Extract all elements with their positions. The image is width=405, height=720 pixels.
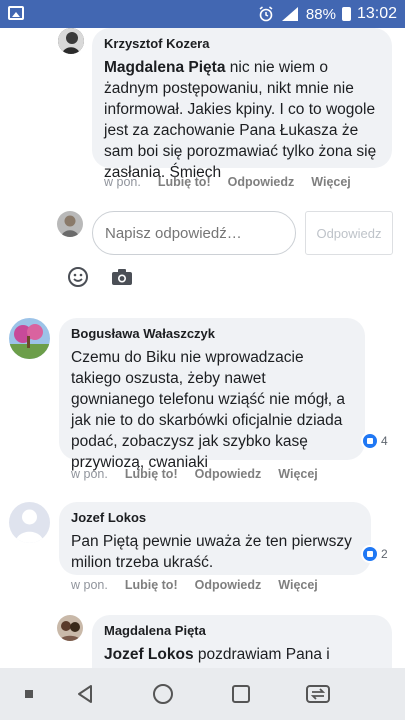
comment-mention[interactable]: Magdalena Pięta [104, 59, 225, 76]
like-button[interactable]: Lubię to! [158, 175, 211, 189]
comment-author[interactable]: Magdalena Pięta [104, 623, 380, 638]
like-reaction-icon [361, 545, 379, 563]
avatar[interactable] [58, 28, 84, 54]
back-button[interactable] [70, 668, 100, 720]
avatar-photo-icon [58, 28, 84, 54]
reply-button[interactable]: Odpowiedz [195, 578, 262, 592]
reaction-number: 4 [381, 434, 388, 448]
home-circle-icon [153, 684, 173, 704]
battery-percent: 88% [305, 5, 336, 23]
more-button[interactable]: Więcej [278, 467, 318, 481]
comment-author[interactable]: Bogusława Wałaszczyk [71, 326, 353, 341]
avatar-photo-icon [57, 615, 83, 641]
comment-bubble: Jozef Lokos Pan Piętą pewnie uważa że te… [59, 502, 371, 575]
comment-author[interactable]: Krzysztof Kozera [104, 36, 380, 51]
avatar [57, 211, 83, 237]
comment-time[interactable]: w pon. [71, 467, 108, 481]
battery-icon [341, 7, 351, 21]
comment-bubble: Bogusława Wałaszczyk Czemu do Biku nie w… [59, 318, 365, 471]
comment-bubble: Magdalena Pięta Jozef Lokos pozdrawiam P… [92, 615, 392, 668]
signal-icon [281, 7, 298, 21]
comment-thread: Krzysztof Kozera Magdalena Pięta nic nie… [0, 28, 405, 668]
more-button[interactable]: Więcej [278, 578, 318, 592]
dot-icon [25, 690, 33, 698]
avatar[interactable] [9, 318, 50, 359]
comment-text: Magdalena Pięta nic nie wiem o żadnym po… [104, 57, 380, 183]
comment-actions: w pon. Lubię to! Odpowiedz Więcej [71, 578, 318, 592]
recents-square-icon [232, 685, 250, 703]
status-bar: 88% 13:02 [0, 0, 405, 28]
comment-text: Pan Piętą pewnie uważa że ten pierwszy m… [71, 533, 352, 571]
comment-bubble: Krzysztof Kozera Magdalena Pięta nic nie… [92, 28, 392, 181]
comment-time[interactable]: w pon. [104, 175, 141, 189]
nav-dot-button[interactable] [14, 668, 44, 720]
comment-time[interactable]: w pon. [71, 578, 108, 592]
alarm-icon [259, 6, 273, 22]
default-avatar-icon [9, 502, 50, 543]
comment-mention[interactable]: Jozef Lokos [104, 646, 194, 663]
comment-text: Jozef Lokos pozdrawiam Pana i zapewniam … [104, 644, 380, 668]
switch-app-button[interactable] [303, 668, 333, 720]
like-button[interactable]: Lubię to! [125, 578, 178, 592]
emoji-icon[interactable] [67, 266, 89, 288]
recents-button[interactable] [226, 668, 256, 720]
reply-submit-button[interactable]: Odpowiedz [305, 211, 393, 255]
switch-icon [306, 685, 330, 703]
navigation-bar [0, 668, 405, 720]
more-button[interactable]: Więcej [311, 175, 351, 189]
clock: 13:02 [356, 5, 397, 22]
comment-body: nic nie wiem o żadnym postępowaniu, nikt… [104, 59, 377, 181]
like-reaction-icon [361, 432, 379, 450]
gallery-icon [8, 6, 24, 20]
status-right: 88% 13:02 [258, 5, 397, 23]
reaction-count[interactable]: 2 [361, 545, 388, 563]
comment-author[interactable]: Jozef Lokos [71, 510, 359, 525]
comment-actions: w pon. Lubię to! Odpowiedz Więcej [104, 175, 351, 189]
avatar[interactable] [9, 502, 50, 543]
comment-actions: w pon. Lubię to! Odpowiedz Więcej [71, 467, 318, 481]
back-triangle-icon [78, 685, 92, 703]
reaction-count[interactable]: 4 [361, 432, 388, 450]
user-avatar-icon [57, 211, 83, 237]
home-button[interactable] [148, 668, 178, 720]
reply-button[interactable]: Odpowiedz [195, 467, 262, 481]
reply-button[interactable]: Odpowiedz [228, 175, 295, 189]
reply-input[interactable] [92, 211, 296, 255]
camera-icon[interactable] [111, 268, 133, 286]
like-button[interactable]: Lubię to! [125, 467, 178, 481]
reaction-number: 2 [381, 547, 388, 561]
avatar[interactable] [57, 615, 83, 641]
comment-text: Czemu do Biku nie wprowadzacie takiego o… [71, 349, 346, 471]
avatar-photo-icon [9, 318, 50, 359]
